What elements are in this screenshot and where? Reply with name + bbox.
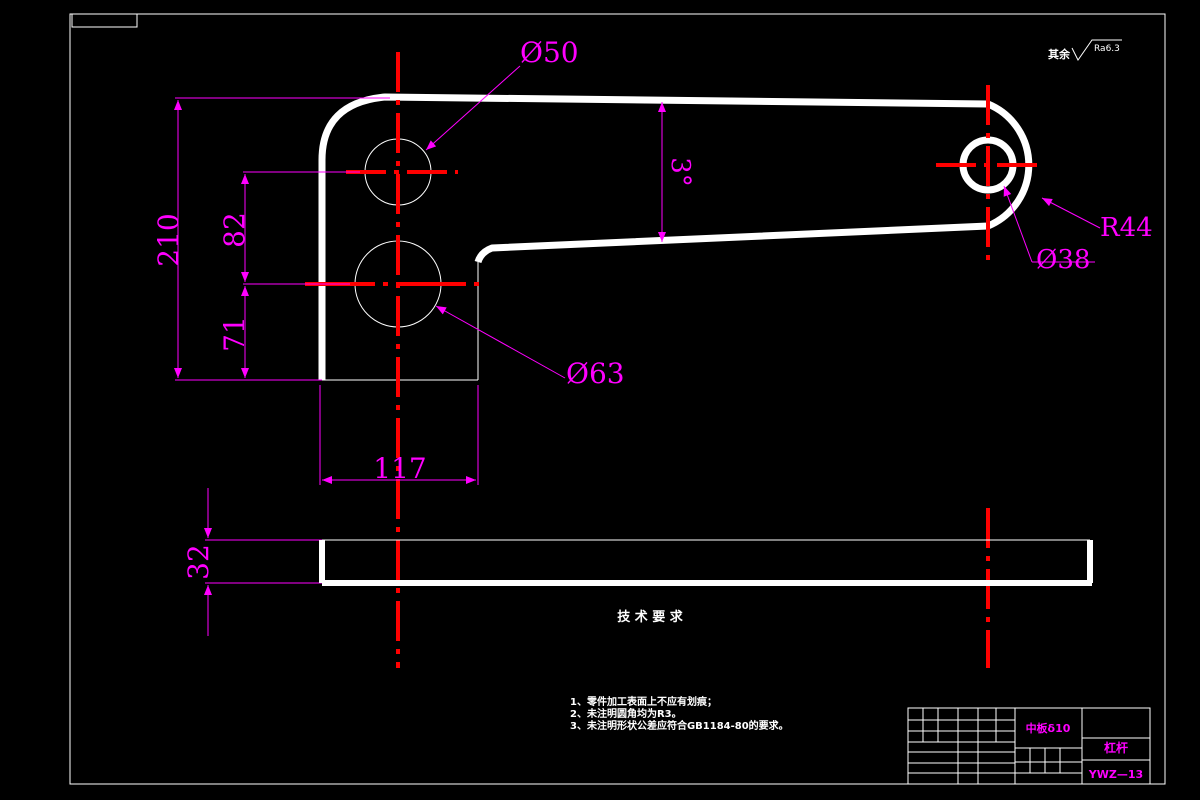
- tech-req-item-1: 1、零件加工表面上不应有划痕；: [570, 695, 717, 708]
- dimension-lines: [174, 65, 1101, 636]
- title-block-part-name: 杠杆: [1104, 740, 1128, 755]
- dim-bore-small: Ø38: [1036, 245, 1090, 275]
- title-block-drawing-number: YWZ—13: [1088, 768, 1143, 781]
- surface-finish-prefix: 其余: [1048, 47, 1071, 61]
- dim-bore-upper: Ø50: [520, 36, 579, 69]
- dim-lower-height: 71: [218, 316, 251, 352]
- dim-angle: 3°: [665, 157, 695, 187]
- tech-req-heading: 技 术 要 求: [617, 609, 684, 625]
- drawing-border: [69, 13, 1166, 785]
- dim-hub-width: 117: [373, 452, 426, 485]
- side-view: [319, 539, 1093, 586]
- surface-finish-value: Ra6.3: [1094, 44, 1120, 54]
- title-block-material: 中板δ10: [1026, 721, 1071, 735]
- title-block-text: 中板δ10 杠杆 YWZ—13: [1026, 721, 1144, 781]
- tech-req-item-2: 2、未注明圆角均为R3。: [570, 707, 682, 720]
- dimension-texts: Ø50 Ø63 Ø38 R44 3° 210 82 71 117 32: [152, 36, 1153, 580]
- lever-technical-drawing: 其余 Ra6.3 Ø50 Ø63 Ø38 R44 3° 210 82 71 11…: [69, 13, 1166, 785]
- dim-outer-radius: R44: [1100, 213, 1153, 243]
- corner-box: [71, 13, 138, 28]
- dim-thickness: 32: [182, 544, 215, 580]
- tech-req-item-3: 3、未注明形状公差应符合GB1184-80的要求。: [570, 719, 789, 732]
- dim-total-height: 210: [152, 213, 185, 266]
- lever-outline: [318, 93, 1033, 381]
- dim-upper-height: 82: [218, 212, 251, 248]
- dim-bore-lower: Ø63: [566, 357, 625, 390]
- technical-requirements: 技 术 要 求 1、零件加工表面上不应有划痕； 2、未注明圆角均为R3。 3、未…: [570, 609, 789, 732]
- surface-finish-symbol: 其余 Ra6.3: [1048, 39, 1122, 61]
